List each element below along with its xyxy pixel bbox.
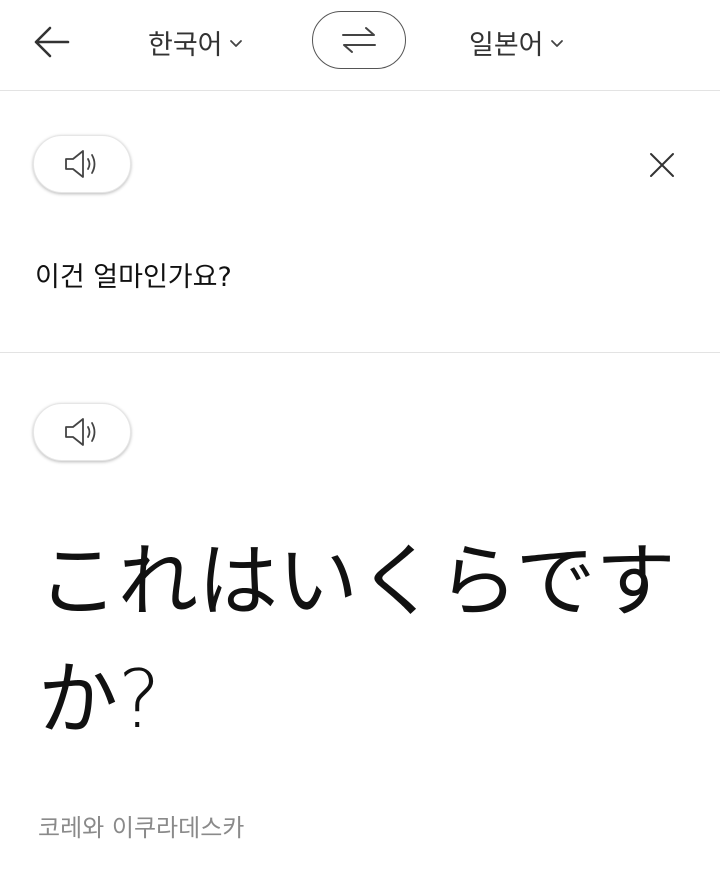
pronunciation-text: 코레와 이쿠라데스카 [38, 814, 245, 842]
swap-languages-button[interactable] [312, 11, 406, 69]
back-button[interactable] [30, 22, 78, 62]
source-speak-button[interactable] [33, 135, 131, 193]
result-speak-button[interactable] [33, 403, 131, 461]
arrow-left-icon [34, 26, 70, 58]
result-panel: これはいくらですか? 코레와 이쿠라데스카 [0, 353, 720, 877]
target-language-label: 일본어 [469, 29, 544, 61]
chevron-down-icon [550, 40, 563, 47]
swap-arrows-icon [342, 27, 376, 53]
chevron-down-icon [229, 40, 242, 47]
source-panel: 이건 얼마인가요? [0, 91, 720, 353]
clear-text-button[interactable] [646, 149, 678, 181]
translation-text: これはいくらですか? [38, 535, 676, 746]
source-language-select[interactable]: 한국어 [148, 22, 243, 62]
speaker-icon [65, 150, 96, 178]
target-language-select[interactable]: 일본어 [469, 22, 564, 62]
source-text[interactable]: 이건 얼마인가요? [35, 255, 232, 294]
top-bar: 한국어 일본어 [0, 0, 720, 91]
close-icon [650, 153, 674, 177]
source-language-label: 한국어 [148, 29, 223, 61]
speaker-icon [65, 418, 96, 446]
